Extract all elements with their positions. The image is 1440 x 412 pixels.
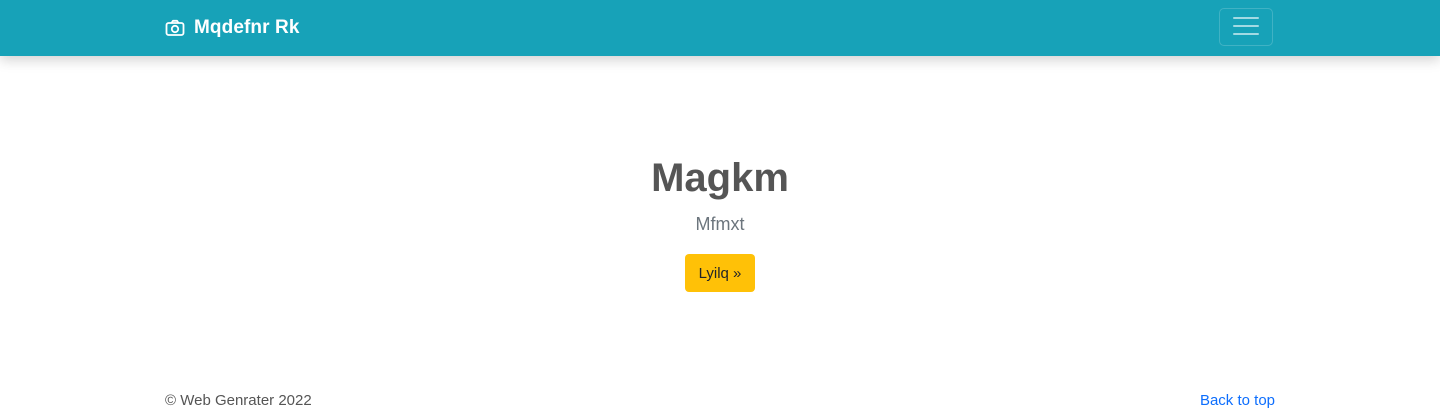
copyright-text: © Web Genrater 2022: [165, 392, 312, 409]
camera-icon: [165, 18, 185, 38]
navbar: Mqdefnr Rk: [0, 0, 1440, 56]
brand-link[interactable]: Mqdefnr Rk: [165, 0, 300, 56]
hamburger-icon: [1233, 15, 1259, 40]
hero-title: Magkm: [651, 156, 789, 200]
hero-subtitle: Mfmxt: [695, 214, 745, 234]
hero-cta-button[interactable]: Lyilq »: [685, 254, 755, 292]
brand-name: Mqdefnr Rk: [194, 17, 300, 38]
navbar-toggler-button[interactable]: [1219, 8, 1273, 46]
back-to-top-link[interactable]: Back to top: [1200, 390, 1275, 412]
